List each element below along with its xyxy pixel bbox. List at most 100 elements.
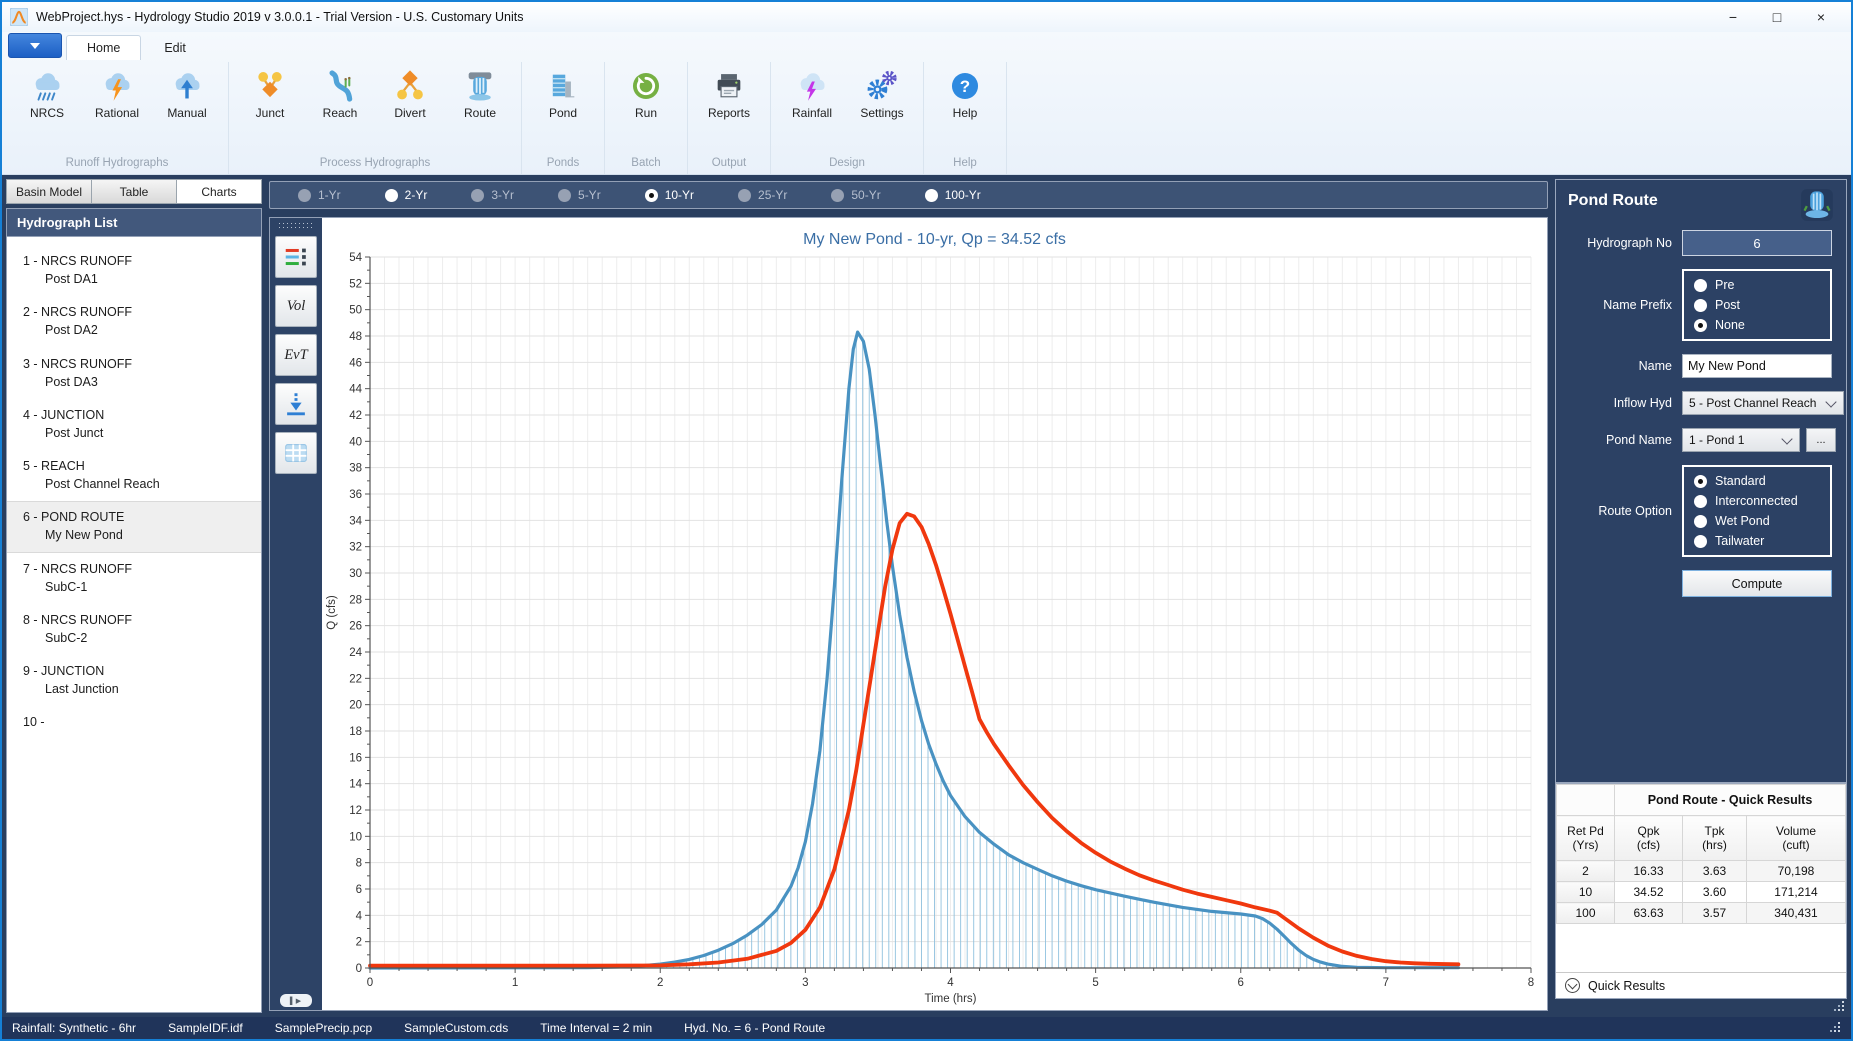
route-option-tailwater[interactable]: Tailwater <box>1694 534 1820 548</box>
svg-text:5: 5 <box>1092 977 1098 989</box>
ribbon-group-label: Ponds <box>530 155 596 174</box>
cell: 3.63 <box>1683 861 1747 882</box>
svg-text:54: 54 <box>349 252 362 264</box>
toolbar-button-label: EvT <box>284 347 307 364</box>
ribbon: HomeEdit NRCSRationalManualRunoff Hydrog… <box>2 32 1851 175</box>
ribbon-group-label: Batch <box>613 155 679 174</box>
list-item-hydrograph-8[interactable]: 8 - NRCS RUNOFFSubC-2 <box>7 604 261 655</box>
export-chart-button[interactable] <box>275 383 317 425</box>
help-button[interactable]: ?Help <box>932 62 998 122</box>
svg-text:0: 0 <box>356 963 362 975</box>
titlebar: WebProject.hys - Hydrology Studio 2019 v… <box>2 2 1851 32</box>
ribbon-tab-edit[interactable]: Edit <box>143 35 207 60</box>
return-period-bar: 1-Yr2-Yr3-Yr5-Yr10-Yr25-Yr50-Yr100-Yr <box>269 181 1548 209</box>
ribbon-tab-home[interactable]: Home <box>66 35 141 60</box>
list-item-hydrograph-5[interactable]: 5 - REACHPost Channel Reach <box>7 450 261 501</box>
svg-text:6: 6 <box>1238 977 1244 989</box>
hydrograph-name: SubC-1 <box>23 578 253 596</box>
list-item-hydrograph-9[interactable]: 9 - JUNCTIONLast Junction <box>7 655 261 706</box>
waterfall-icon <box>1800 188 1834 222</box>
name-input[interactable] <box>1682 354 1832 378</box>
compute-button[interactable]: Compute <box>1682 570 1832 597</box>
return-period-2-yr[interactable]: 2-Yr <box>385 188 428 202</box>
name-prefix-none[interactable]: None <box>1694 318 1820 332</box>
table-row[interactable]: 1034.523.60171,214 <box>1557 882 1846 903</box>
list-item-hydrograph-6[interactable]: 6 - POND ROUTEMy New Pond <box>7 501 261 552</box>
route-option-standard[interactable]: Standard <box>1694 474 1820 488</box>
divert-button[interactable]: Divert <box>377 62 443 122</box>
quick-results-collapse-bar[interactable]: Quick Results <box>1556 972 1846 998</box>
junct-button[interactable]: Junct <box>237 62 303 122</box>
list-item-hydrograph-7[interactable]: 7 - NRCS RUNOFFSubC-1 <box>7 553 261 604</box>
settings-button[interactable]: Settings <box>849 62 915 122</box>
tab-charts[interactable]: Charts <box>177 179 262 204</box>
quick-results-title-row: Pond Route - Quick Results <box>1557 785 1846 816</box>
toolbar-collapse-handle[interactable]: ▌▶ <box>280 994 312 1007</box>
nrcs-button[interactable]: NRCS <box>14 62 80 122</box>
svg-text:30: 30 <box>349 568 362 580</box>
hydrograph-number-type: 8 - NRCS RUNOFF <box>23 611 253 629</box>
status-item: SamplePrecip.pcp <box>275 1021 372 1035</box>
manual-button[interactable]: Manual <box>154 62 220 122</box>
resize-grip-icon[interactable] <box>1829 1022 1841 1034</box>
quick-results-title: Pond Route - Quick Results <box>1615 785 1846 816</box>
rainfall-button[interactable]: Rainfall <box>779 62 845 122</box>
run-button[interactable]: Run <box>613 62 679 122</box>
route-button[interactable]: Route <box>447 62 513 122</box>
route-option-wet-pond[interactable]: Wet Pond <box>1694 514 1820 528</box>
app-menu-button[interactable] <box>8 33 62 58</box>
table-row[interactable]: 216.333.6370,198 <box>1557 861 1846 882</box>
inflow-hyd-dropdown[interactable]: 5 - Post Channel Reach <box>1682 391 1844 415</box>
svg-text:50: 50 <box>349 305 362 317</box>
name-prefix-post[interactable]: Post <box>1694 298 1820 312</box>
radio-icon <box>298 189 311 202</box>
return-period-10-yr[interactable]: 10-Yr <box>645 188 694 202</box>
svg-text:28: 28 <box>349 594 362 606</box>
maximize-button[interactable]: □ <box>1755 3 1799 31</box>
svg-text:2: 2 <box>657 977 663 989</box>
radio-icon <box>558 189 571 202</box>
chart-plot: 0246810121416182022242628303234363840424… <box>322 249 1547 1010</box>
list-item-hydrograph-4[interactable]: 4 - JUNCTIONPost Junct <box>7 399 261 450</box>
tab-table[interactable]: Table <box>92 179 177 204</box>
hydrograph-name: SubC-2 <box>23 629 253 647</box>
cell: 3.57 <box>1683 903 1747 924</box>
pond-name-dropdown[interactable]: 1 - Pond 1 <box>1682 428 1800 452</box>
list-item-hydrograph-3[interactable]: 3 - NRCS RUNOFFPost DA3 <box>7 348 261 399</box>
table-row[interactable]: 10063.633.57340,431 <box>1557 903 1846 924</box>
tab-basin-model[interactable]: Basin Model <box>6 179 92 204</box>
ribbon-group-help: ?HelpHelp <box>924 62 1007 174</box>
toolbar-button-label: Vol <box>287 298 306 315</box>
reach-button[interactable]: Reach <box>307 62 373 122</box>
ribbon-groups: NRCSRationalManualRunoff HydrographsJunc… <box>2 60 1851 174</box>
close-button[interactable]: × <box>1799 3 1843 31</box>
legend-button[interactable] <box>275 236 317 278</box>
return-period-100-yr[interactable]: 100-Yr <box>925 188 981 202</box>
name-label: Name <box>1568 359 1672 373</box>
svg-text:4: 4 <box>947 977 954 989</box>
pond-browse-button[interactable]: ... <box>1806 428 1836 452</box>
hydrograph-number-type: 2 - NRCS RUNOFF <box>23 303 253 321</box>
minimize-button[interactable]: − <box>1711 3 1755 31</box>
list-item-hydrograph-2[interactable]: 2 - NRCS RUNOFFPost DA2 <box>7 296 261 347</box>
hydrograph-name: Post DA2 <box>23 321 253 339</box>
evt-button[interactable]: EvT <box>275 334 317 376</box>
pond-route-title: Pond Route <box>1568 188 1658 210</box>
rational-button[interactable]: Rational <box>84 62 150 122</box>
route-option-interconnected[interactable]: Interconnected <box>1694 494 1820 508</box>
svg-text:2: 2 <box>356 937 362 949</box>
resize-grip-icon[interactable] <box>1833 1001 1845 1013</box>
list-item-hydrograph-10[interactable]: 10 - <box>7 706 261 739</box>
list-item-hydrograph-1[interactable]: 1 - NRCS RUNOFFPost DA1 <box>7 245 261 296</box>
reports-button[interactable]: Reports <box>696 62 762 122</box>
radio-icon <box>471 189 484 202</box>
volume-button[interactable]: Vol <box>275 285 317 327</box>
hydrograph-number-type: 6 - POND ROUTE <box>23 508 253 526</box>
drag-handle-icon[interactable]: ·················· <box>278 221 314 229</box>
cell: 70,198 <box>1747 861 1846 882</box>
return-period-1-yr: 1-Yr <box>298 188 341 202</box>
name-prefix-pre[interactable]: Pre <box>1694 278 1820 292</box>
radio-label: Tailwater <box>1715 534 1764 548</box>
table-view-button[interactable] <box>275 432 317 474</box>
pond-button[interactable]: Pond <box>530 62 596 122</box>
